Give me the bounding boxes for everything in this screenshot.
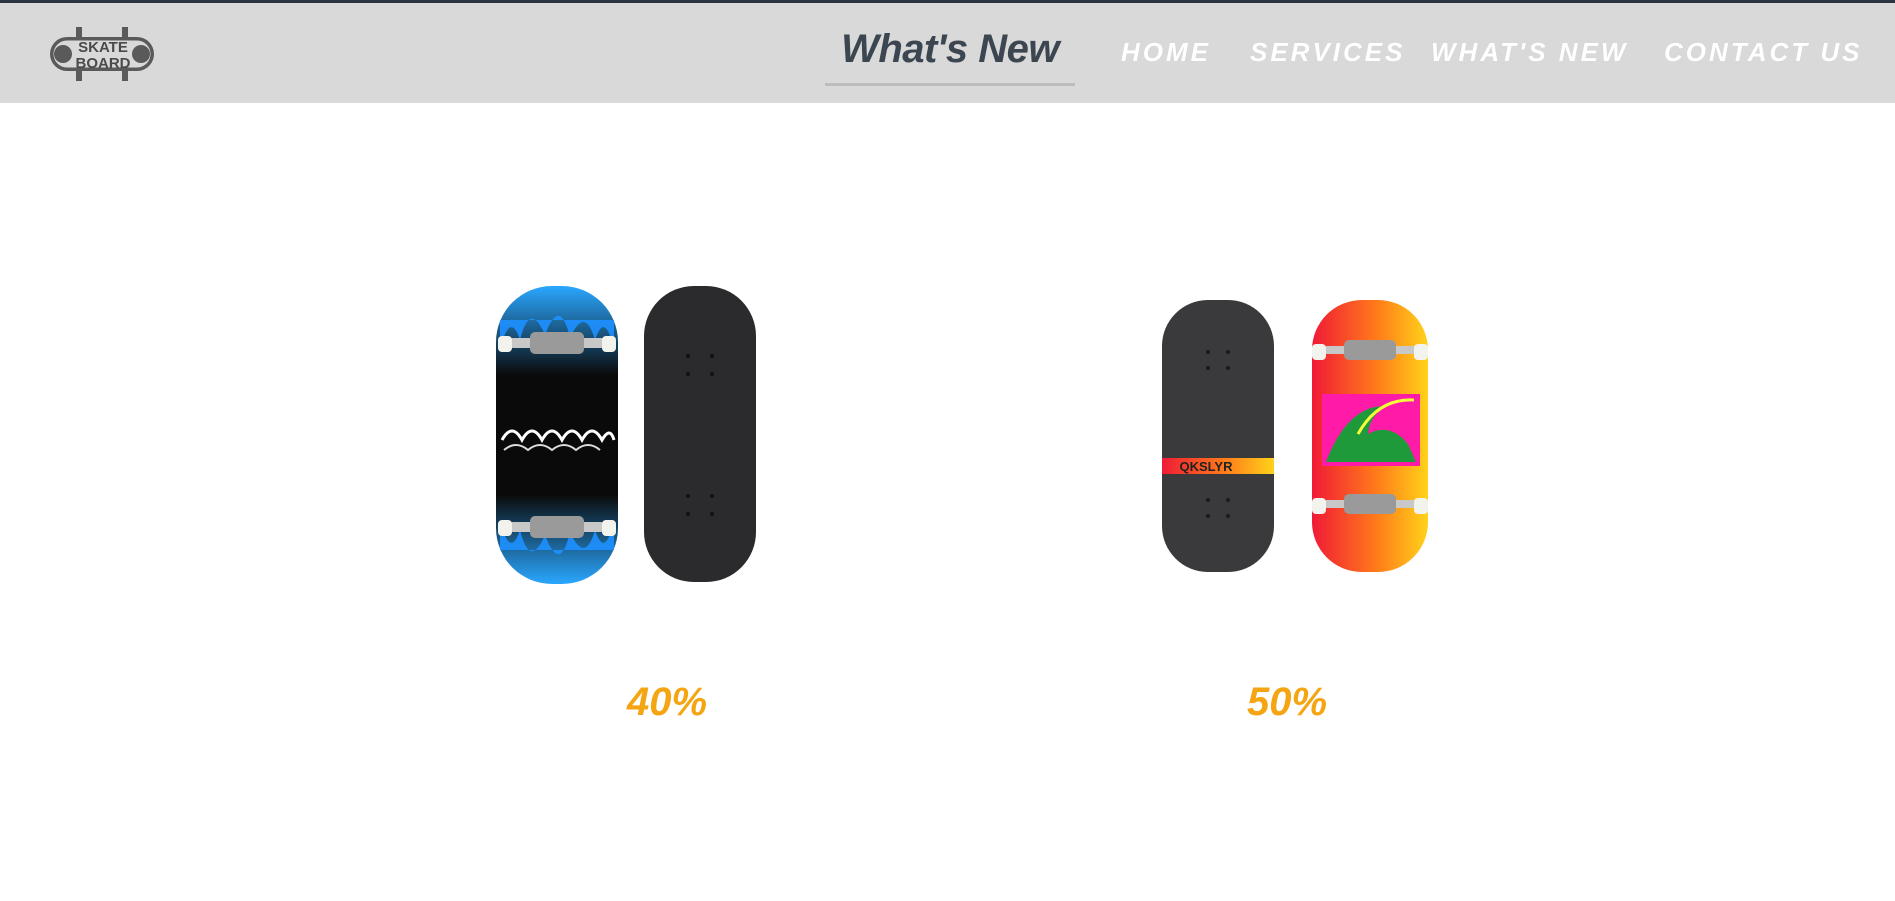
product-image-1[interactable] [490,280,770,590]
nav-whats-new[interactable]: WHAT'S NEW [1431,37,1628,68]
header-bar: SKATE BOARD What's New HOME SERVICES WHA… [0,3,1895,103]
skateboard-top-grip [644,286,756,582]
grip-brand-text: QKSLYR [1180,459,1234,474]
discount-label-1: 40% [626,680,708,724]
nav-services[interactable]: SERVICES [1250,37,1406,68]
nav-contact-us[interactable]: CONTACT US [1664,37,1863,68]
main-nav: HOME SERVICES WHAT'S NEW CONTACT US [0,37,1895,77]
title-underline [825,83,1075,86]
skateboard-top-grip-stripe: QKSLYR [1162,300,1274,572]
discount-label-2: 50% [1246,680,1328,724]
skateboard-bottom-wave [1312,300,1428,572]
skateboard-bottom-flames [496,286,618,584]
product-image-2[interactable]: QKSLYR [1158,294,1434,576]
nav-home[interactable]: HOME [1121,37,1211,68]
